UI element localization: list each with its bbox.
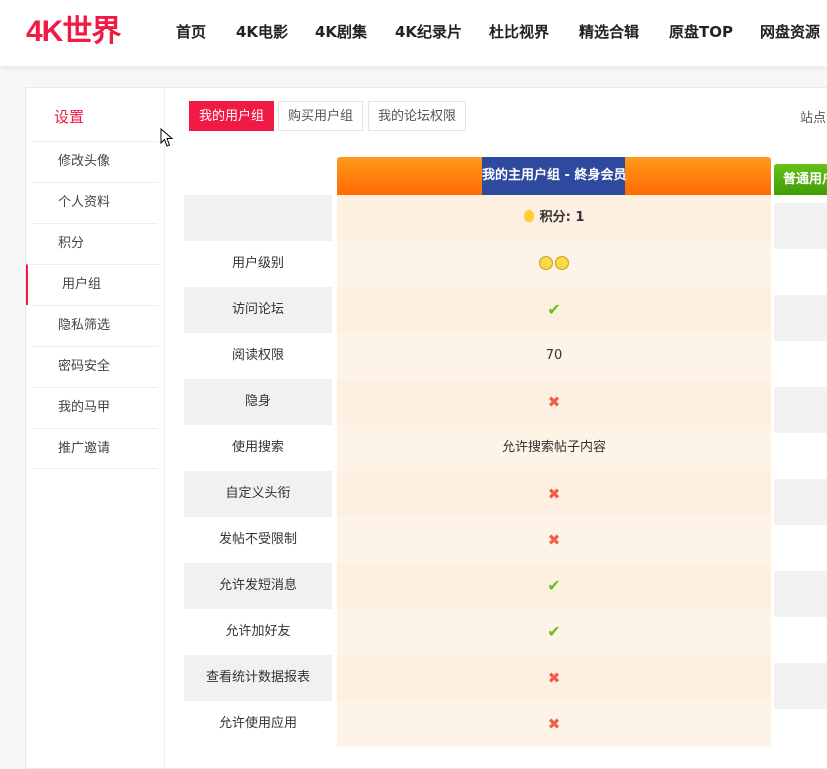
- tab-my-usergroup[interactable]: 我的用户组: [189, 101, 275, 131]
- table-row: 允许使用应用: [184, 701, 332, 747]
- table-row: [184, 195, 332, 241]
- table-row: [774, 525, 827, 571]
- table-row: ✔: [337, 287, 771, 333]
- site-permissions-label: 站点: [800, 111, 827, 126]
- table-row: 用户级别: [184, 241, 332, 287]
- table-row: 允许搜索帖子内容: [337, 425, 771, 471]
- table-row: ✖: [337, 655, 771, 701]
- nav-item-4k-series[interactable]: 4K剧集: [315, 22, 367, 42]
- check-icon: ✔: [547, 622, 561, 641]
- table-row: 隐身: [184, 379, 332, 425]
- table-row: 阅读权限: [184, 333, 332, 379]
- table-row: ✔: [337, 609, 771, 655]
- table-row: ✖: [337, 471, 771, 517]
- sidebar-item-profile[interactable]: 个人资料: [32, 182, 158, 223]
- tab-forum-permissions[interactable]: 我的论坛权限: [368, 101, 467, 131]
- sidebar-item-avatar[interactable]: 修改头像: [32, 141, 158, 182]
- second-column-title: 普通用户: [774, 164, 827, 195]
- cross-icon: ✖: [547, 715, 561, 733]
- sidebar-item-password[interactable]: 密码安全: [32, 346, 158, 387]
- settings-sidebar: 设置 修改头像 个人资料 积分 用户组 隐私筛选 密码安全 我的马甲 推广邀请: [26, 88, 165, 768]
- table-row: [774, 571, 827, 617]
- table-row: ✖: [337, 517, 771, 563]
- cross-icon: ✖: [547, 393, 561, 411]
- table-row: [774, 295, 827, 341]
- site-logo[interactable]: 4K世界: [26, 14, 121, 50]
- sidebar-item-label: 积分: [58, 236, 85, 251]
- nav-item-original-disc-top[interactable]: 原盘TOP: [669, 22, 733, 42]
- table-row: [774, 433, 827, 479]
- check-icon: ✔: [547, 300, 561, 319]
- table-row: ✔: [337, 563, 771, 609]
- main-column-header: 我的主用户组 - 終身会员: [337, 157, 771, 195]
- table-row: [774, 341, 827, 387]
- table-row: [774, 203, 827, 249]
- main-column-title: 我的主用户组 - 終身会员: [482, 157, 626, 195]
- cross-icon: ✖: [547, 669, 561, 687]
- table-row: 查看统计数据报表: [184, 655, 332, 701]
- lightbulb-icon: [523, 210, 534, 222]
- sidebar-item-label: 用户组: [62, 277, 102, 292]
- nav-item-cloud-resources[interactable]: 网盘资源: [760, 22, 820, 42]
- sidebar-item-alias[interactable]: 我的马甲: [32, 387, 158, 428]
- sidebar-item-privacy[interactable]: 隐私筛选: [32, 305, 158, 346]
- nav-item-dolby-vision[interactable]: 杜比视界: [489, 22, 549, 42]
- table-row: [337, 241, 771, 287]
- table-row: [774, 617, 827, 663]
- table-row: 使用搜索: [184, 425, 332, 471]
- sidebar-item-label: 个人资料: [58, 195, 111, 210]
- cross-icon: ✖: [547, 531, 561, 549]
- cross-icon: ✖: [547, 485, 561, 503]
- sidebar-item-label: 修改头像: [58, 154, 111, 169]
- table-row: 自定义头衔: [184, 471, 332, 517]
- table-row: ✖: [337, 379, 771, 425]
- table-row: [774, 709, 827, 755]
- table-row: ✖: [337, 701, 771, 747]
- sidebar-item-invite[interactable]: 推广邀请: [32, 428, 158, 469]
- table-row: 访问论坛: [184, 287, 332, 333]
- smiley-icon: [555, 256, 569, 270]
- sidebar-item-label: 我的马甲: [58, 400, 111, 415]
- check-icon: ✔: [547, 576, 561, 595]
- sidebar-item-usergroup[interactable]: 用户组: [26, 264, 160, 305]
- table-row: [774, 387, 827, 433]
- sidebar-item-label: 隐私筛选: [58, 318, 111, 333]
- sidebar-divider: [32, 468, 158, 469]
- nav-item-home[interactable]: 首页: [176, 22, 206, 42]
- table-row: 70: [337, 333, 771, 379]
- smiley-icon: [539, 256, 553, 270]
- nav-item-featured-collections[interactable]: 精选合辑: [579, 22, 639, 42]
- nav-item-4k-documentary[interactable]: 4K纪录片: [395, 22, 462, 42]
- tab-buy-usergroup[interactable]: 购买用户组: [278, 101, 364, 131]
- table-row: [774, 249, 827, 295]
- points-value: 积分: 1: [539, 210, 585, 225]
- nav-item-4k-movies[interactable]: 4K电影: [236, 22, 288, 42]
- table-row: [774, 479, 827, 525]
- table-row: [774, 663, 827, 709]
- content-container: 设置 修改头像 个人资料 积分 用户组 隐私筛选 密码安全 我的马甲 推广邀请 …: [25, 87, 827, 769]
- sidebar-item-points[interactable]: 积分: [32, 223, 158, 264]
- table-row: 允许发短消息: [184, 563, 332, 609]
- table-row: 允许加好友: [184, 609, 332, 655]
- sidebar-item-label: 密码安全: [58, 359, 111, 374]
- sidebar-item-label: 推广邀请: [58, 441, 111, 456]
- site-header: 4K世界 首页 4K电影 4K剧集 4K纪录片 杜比视界 精选合辑 原盘TOP …: [0, 0, 827, 66]
- table-row: 发帖不受限制: [184, 517, 332, 563]
- mouse-cursor-icon: [160, 128, 174, 147]
- sidebar-title: 设置: [54, 108, 85, 126]
- points-row: 积分: 1: [337, 195, 771, 241]
